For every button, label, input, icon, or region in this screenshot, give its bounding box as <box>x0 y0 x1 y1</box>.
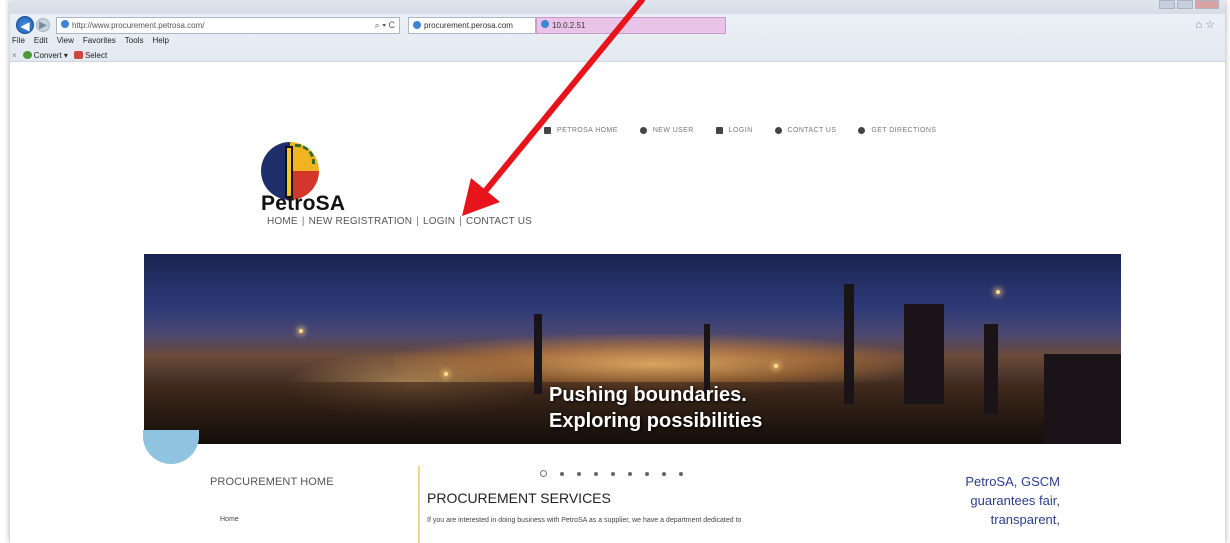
carousel-dot[interactable] <box>611 471 615 476</box>
menu-help[interactable]: Help <box>152 36 168 48</box>
carousel-dots <box>540 470 683 477</box>
convert-button[interactable]: Convert ▾ <box>22 50 68 60</box>
close-toolbar-icon[interactable]: × <box>12 51 17 60</box>
brand-name: PetroSA <box>261 192 346 215</box>
topnav-get-directions[interactable]: GET DIRECTIONS <box>858 127 936 134</box>
right-text-line3: transparent, <box>990 512 1060 527</box>
tab-procurement-label: procurement.perosa.com <box>424 20 513 30</box>
subnav-contact-us[interactable]: CONTACT US <box>466 216 532 227</box>
topnav-contact-us-label: CONTACT US <box>787 127 837 134</box>
select-button[interactable]: Select <box>73 50 108 60</box>
map-pin-icon <box>858 127 866 134</box>
minimize-button[interactable] <box>1159 0 1175 9</box>
tab-ip-label: 10.0.2.51 <box>552 20 586 30</box>
subnav-separator: | <box>301 216 305 227</box>
menu-favorites[interactable]: Favorites <box>83 36 116 48</box>
carousel-dot[interactable] <box>577 471 581 476</box>
menu-tools[interactable]: Tools <box>125 36 144 48</box>
command-bar: × Convert ▾ Select <box>10 49 107 61</box>
home-link[interactable]: Home <box>220 516 239 523</box>
procurement-services-heading: PROCUREMENT SERVICES <box>427 490 611 506</box>
select-label: Select <box>84 50 108 60</box>
banner-light <box>444 372 448 376</box>
decorative-bubble <box>143 430 199 464</box>
topnav-new-user-label: NEW USER <box>652 127 694 134</box>
tab-ip-favicon-icon <box>541 19 549 28</box>
home-star-icons[interactable]: ⌂ ☆ <box>1195 18 1215 31</box>
select-icon <box>73 51 83 60</box>
convert-caret-icon: ▾ <box>63 50 68 60</box>
banner-tower <box>984 324 998 414</box>
menu-edit[interactable]: Edit <box>34 36 48 48</box>
convert-label: Convert <box>33 50 62 60</box>
subnav-separator: | <box>416 216 420 227</box>
address-text: http://www.procurement.petrosa.com/ <box>72 20 205 30</box>
banner-tagline-line2: Exploring possibilities <box>549 410 763 432</box>
banner-tower <box>534 314 542 394</box>
subnav-new-registration[interactable]: NEW REGISTRATION <box>309 216 413 227</box>
banner-light <box>996 290 1000 294</box>
carousel-dot[interactable] <box>645 471 649 476</box>
banner-building <box>1044 354 1121 444</box>
menu-bar: File Edit View Favorites Tools Help <box>10 36 169 48</box>
user-icon <box>639 127 647 134</box>
home-icon <box>544 127 551 134</box>
column-divider <box>418 466 420 543</box>
subnav-home[interactable]: HOME <box>267 216 298 227</box>
address-row: ◀ ▶ http://www.procurement.petrosa.com/ … <box>10 14 1225 36</box>
back-button[interactable]: ◀ <box>16 16 34 34</box>
banner-tagline-line1: Pushing boundaries. <box>549 384 747 406</box>
window-controls <box>1159 0 1219 9</box>
topnav-petrosa-home[interactable]: PETROSA HOME <box>544 127 618 134</box>
maximize-button[interactable] <box>1177 0 1193 9</box>
forward-button[interactable]: ▶ <box>36 18 50 32</box>
topnav-new-user[interactable]: NEW USER <box>639 127 694 134</box>
topnav-login[interactable]: LOGIN <box>715 127 753 134</box>
tab-favicon-icon <box>413 21 421 29</box>
carousel-dot[interactable] <box>628 471 632 476</box>
tab-procurement[interactable]: procurement.perosa.com <box>408 16 536 34</box>
top-navigation: PETROSA HOME NEW USER LOGIN CONTACT US G… <box>544 127 936 134</box>
banner-tagline: Pushing boundaries. Exploring possibilit… <box>549 382 762 434</box>
carousel-dot[interactable] <box>594 471 598 476</box>
screenshot-frame: ◀ ▶ http://www.procurement.petrosa.com/ … <box>10 0 1225 543</box>
banner-tower <box>844 284 854 404</box>
carousel-dot[interactable] <box>540 470 547 477</box>
procurement-services-text: If you are interested in doing business … <box>427 517 742 524</box>
ie-favicon-icon <box>61 19 69 28</box>
address-bar[interactable]: http://www.procurement.petrosa.com/ ⌕ ▾ … <box>56 16 400 34</box>
banner-light <box>299 329 303 333</box>
convert-icon <box>22 51 32 60</box>
banner-tower <box>904 304 944 404</box>
topnav-contact-us[interactable]: CONTACT US <box>774 127 837 134</box>
topnav-get-directions-label: GET DIRECTIONS <box>871 127 937 134</box>
topnav-login-label: LOGIN <box>728 127 753 134</box>
right-column-text: PetroSA, GSCM guarantees fair, transpare… <box>930 472 1060 529</box>
carousel-dot[interactable] <box>662 471 666 476</box>
procurement-home-heading: PROCUREMENT HOME <box>210 476 334 488</box>
right-text-line1: PetroSA, GSCM <box>965 474 1060 489</box>
sub-navigation: HOME | NEW REGISTRATION | LOGIN | CONTACT US <box>267 216 532 227</box>
topnav-petrosa-home-label: PETROSA HOME <box>557 127 618 134</box>
close-window-button[interactable] <box>1195 0 1219 9</box>
browser-chrome: ◀ ▶ http://www.procurement.petrosa.com/ … <box>10 0 1225 62</box>
menu-file[interactable]: File <box>12 36 25 48</box>
menu-view[interactable]: View <box>57 36 74 48</box>
subnav-separator: | <box>459 216 462 227</box>
carousel-dot[interactable] <box>560 471 564 476</box>
banner-light <box>774 364 778 368</box>
right-text-line2: guarantees fair, <box>970 493 1060 508</box>
address-controls[interactable]: ⌕ ▾ C <box>375 18 395 33</box>
hero-banner: Pushing boundaries. Exploring possibilit… <box>144 254 1121 444</box>
title-bar <box>10 0 1225 14</box>
headset-icon <box>774 127 782 134</box>
subnav-login[interactable]: LOGIN <box>423 216 455 227</box>
tab-ip[interactable]: 10.0.2.51 <box>536 16 726 34</box>
lock-icon <box>715 127 723 134</box>
carousel-dot[interactable] <box>679 471 683 476</box>
